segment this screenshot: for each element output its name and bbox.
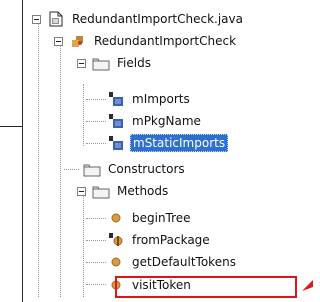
tree-guide — [86, 284, 106, 285]
collapse-toggle[interactable] — [32, 14, 41, 24]
tree-node-method[interactable]: beginTree — [107, 207, 191, 229]
collapse-toggle[interactable] — [77, 186, 86, 196]
fields-label: Fields — [117, 56, 151, 70]
tree-node-method[interactable]: fromPackage — [107, 229, 210, 251]
method-icon — [107, 254, 125, 270]
tree-guide — [86, 262, 106, 263]
tree-node-field-selected[interactable]: mStaticImports — [107, 132, 229, 154]
field-icon — [107, 113, 125, 129]
field-icon — [107, 91, 125, 107]
class-structure-tree: RedundantImportCheck.java RedundantImpor… — [23, 0, 313, 302]
class-icon — [69, 33, 87, 49]
tree-guide — [86, 99, 106, 100]
collapse-toggle[interactable] — [54, 36, 63, 46]
field-icon — [107, 135, 125, 151]
tree-node-methods-group[interactable]: Methods — [77, 180, 168, 202]
structure-view: RedundantImportCheck.java RedundantImpor… — [0, 0, 313, 302]
field-name: mStaticImports — [130, 134, 229, 152]
java-file-icon — [47, 11, 65, 27]
tree-guide — [86, 240, 106, 241]
constructors-label: Constructors — [108, 162, 185, 176]
method-name: beginTree — [132, 211, 191, 225]
tree-node-field[interactable]: mImports — [107, 88, 190, 110]
tree-node-constructors-group[interactable]: Constructors — [83, 158, 185, 180]
tree-guide — [64, 169, 79, 170]
file-name: RedundantImportCheck.java — [72, 12, 243, 26]
folder-icon — [92, 55, 110, 71]
tree-node-method[interactable]: getDefaultTokens — [107, 251, 236, 273]
tree-guide — [86, 218, 106, 219]
tree-node-class[interactable]: RedundantImportCheck — [54, 30, 236, 52]
method-name: fromPackage — [132, 233, 210, 247]
tree-guide — [83, 84, 84, 146]
tree-guide — [38, 19, 39, 297]
collapse-toggle[interactable] — [77, 58, 86, 68]
method-icon — [107, 210, 125, 226]
field-name: mImports — [132, 92, 190, 106]
static-method-icon — [107, 232, 125, 248]
panel-divider — [0, 126, 22, 127]
field-name: mPkgName — [132, 114, 201, 128]
tree-node-file[interactable]: RedundantImportCheck.java — [32, 8, 243, 30]
tree-guide — [86, 121, 106, 122]
tree-node-field[interactable]: mPkgName — [107, 110, 201, 132]
method-name: getDefaultTokens — [132, 255, 236, 269]
tree-node-fields-group[interactable]: Fields — [77, 52, 151, 74]
tree-guide — [86, 143, 106, 144]
methods-label: Methods — [117, 184, 169, 198]
tree-guide — [60, 40, 61, 297]
folder-icon — [83, 161, 101, 177]
folder-icon — [92, 183, 110, 199]
highlight-box — [115, 276, 297, 298]
tree-guide — [83, 194, 84, 297]
arrow-icon — [302, 280, 313, 291]
class-name: RedundantImportCheck — [94, 34, 237, 48]
